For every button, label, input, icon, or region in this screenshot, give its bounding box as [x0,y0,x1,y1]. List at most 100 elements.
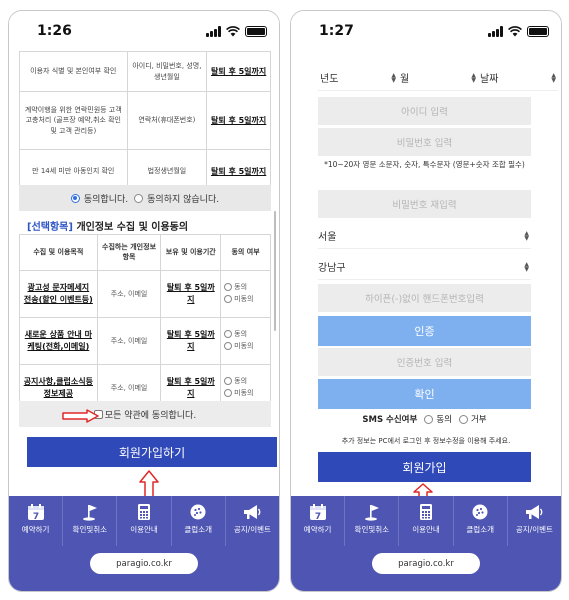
items-cell: 연락처(휴대폰번호) [126,91,208,150]
disagree-radio[interactable] [134,193,144,203]
day-label: 날짜 [480,74,499,85]
svg-text:7: 7 [32,512,38,521]
city-value: 서울 [318,232,337,243]
agree-radio[interactable] [70,193,80,203]
code-input[interactable]: 인증번호 입력 [318,348,531,376]
password-rule-note: *10~20자 영문 소문자, 숫자, 특수문자 (영문+숫자 조합 필수) [324,160,525,169]
nav-label: 예약하기 [21,525,50,534]
items-cell: 주소, 이메일 [96,270,162,318]
password-confirm-input[interactable]: 비밀번호 재입력 [318,190,531,218]
nav-label: 공지/이벤트 [515,525,553,534]
period-link[interactable]: 탈퇴 후 5일까지 [167,283,215,304]
nav-item-notice[interactable]: 공지/이벤트 [226,496,279,546]
nav-item-reservation[interactable]: 7 예약하기 [9,496,64,546]
city-select[interactable]: 서울 ▲ ▼ [318,223,531,249]
day-select[interactable]: 날짜 ▲ ▼ [478,65,558,91]
nav-item-notice[interactable]: 공지/이벤트 [508,496,561,546]
agree-radio[interactable] [224,377,233,386]
agree-label: 동의합니다. [83,194,129,205]
status-time: 1:26 [37,23,72,39]
nav-item-club[interactable]: 클럽소개 [454,496,508,546]
year-select[interactable]: 년도 ▲ ▼ [318,65,398,91]
updown-icon: ▲ ▼ [471,71,476,84]
battery-icon [527,26,549,37]
column-header: 보유 및 이용기간 [160,234,222,271]
disagree-radio[interactable] [224,389,233,397]
status-bar: 1:27 [291,11,561,51]
signal-icon [488,26,503,37]
agree-label: 동의 [234,330,248,339]
megaphone-icon [244,505,261,519]
column-header: 동의 여부 [220,234,271,271]
bottom-nav: 7 예약하기 확인및취소 이용안내 클럽소개 공지/이벤트 paragio.co… [9,496,279,591]
red-arrow-right-icon [62,409,99,423]
golf-flag-icon [82,505,97,521]
calculator-icon [138,504,150,520]
column-header: 수집 및 이용목적 [19,234,98,271]
nav-label: 이용안내 [130,525,158,534]
confirm-button[interactable]: 확인 [318,379,531,409]
month-select[interactable]: 월 ▲ ▼ [398,65,478,91]
updown-icon: ▲ ▼ [551,71,556,84]
sms-agree-radio[interactable] [424,414,434,424]
disagree-label: 동의하지 않습니다. [147,194,220,205]
calendar-icon: 7 [27,504,44,521]
district-select[interactable]: 강남구 ▲ ▼ [318,254,531,280]
extra-info-note: 추가 정보는 PC에서 로그인 후 정보수정을 이용해 주세요. [341,437,511,445]
megaphone-icon [526,505,543,519]
birth-date-row: 년도 ▲ ▼ 월 ▲ ▼ 날짜 ▲ ▼ [318,65,558,91]
nav-item-club[interactable]: 클럽소개 [172,496,226,546]
period-link[interactable]: 탈퇴 후 5일까지 [167,377,215,398]
sms-reject-label: 거부 [470,415,487,425]
signup-form: 년도 ▲ ▼ 월 ▲ ▼ 날짜 ▲ ▼ 아이디 입력 비밀번호 입력 *10~20자 영문 … [291,51,561,498]
url-bar[interactable]: paragio.co.kr [90,553,198,574]
purpose-link[interactable]: 새로운 상품 안내 마케팅(전화,이메일) [25,330,92,351]
disagree-label: 미동의 [234,389,254,397]
sms-reject-radio[interactable] [458,414,468,424]
nav-label: 예약하기 [303,525,332,534]
golf-ball-icon [472,504,488,520]
right-phone-screenshot: 1:27 년도 ▲ ▼ 월 ▲ ▼ 날짜 ▲ ▼ 아이디 입력 비밀번호 입력 *10~20… [290,10,562,592]
table-row: 광고성 문자메세지 전송(할인 이벤트등) 주소, 이메일 탈퇴 후 5일까지 … [19,270,271,318]
nav-item-guide[interactable]: 이용안내 [117,496,172,546]
svg-text:7: 7 [314,512,320,521]
purpose-link[interactable]: 공지사항,클럽소식등 정보제공 [24,377,93,398]
bottom-nav: 7 예약하기 확인및취소 이용안내 클럽소개 공지/이벤트 paragio.co… [291,496,561,591]
sms-agree-label: 동의 [436,415,452,425]
updown-icon: ▲ ▼ [524,229,529,242]
period-link[interactable]: 탈퇴 후 5일까지 [211,167,266,176]
phone-input[interactable]: 하이픈(-)없이 핸드폰번호입력 [318,284,531,312]
left-phone-screenshot: 1:26 이용자 식별 및 본인여부 확인 아이디, 비밀번호, 성명, 생년월… [8,10,280,592]
agree-radio[interactable] [224,330,233,339]
period-link[interactable]: 탈퇴 후 5일까지 [211,67,266,76]
url-bar[interactable]: paragio.co.kr [372,553,480,574]
nav-label: 클럽소개 [466,525,495,534]
nav-item-guide[interactable]: 이용안내 [399,496,454,546]
disagree-radio[interactable] [224,295,233,303]
table-row: 새로운 상품 안내 마케팅(전화,이메일) 주소, 이메일 탈퇴 후 5일까지 … [19,317,271,365]
purpose-cell: 계약이행을 위한 연락민원등 고객 고충처리 (골프장 예약,취소 확인 및 고… [19,91,128,150]
year-label: 년도 [320,74,339,85]
period-link[interactable]: 탈퇴 후 5일까지 [211,116,266,125]
disagree-radio[interactable] [224,342,233,350]
period-link[interactable]: 탈퇴 후 5일까지 [167,330,215,351]
terms-content: 이용자 식별 및 본인여부 확인 아이디, 비밀번호, 성명, 생년월일 탈퇴 … [17,51,279,506]
optional-terms-table: 수집 및 이용목적 수집하는 개인정보 항목 보유 및 이용기간 동의 여부 광… [19,234,271,412]
agree-label: 동의 [234,377,248,386]
nav-item-reservation[interactable]: 7 예약하기 [291,496,346,546]
status-icons [488,25,549,37]
purpose-link[interactable]: 광고성 문자메세지 전송(할인 이벤트등) [24,283,93,304]
verify-button[interactable]: 인증 [318,316,531,346]
password-input[interactable]: 비밀번호 입력 [318,128,531,156]
nav-item-check-cancel[interactable]: 확인및취소 [345,496,400,546]
agree-label: 동의 [234,283,248,292]
agree-radio[interactable] [224,283,233,292]
scrollbar[interactable] [274,211,276,331]
battery-icon [245,26,267,37]
column-header: 수집하는 개인정보 항목 [96,234,162,271]
join-button[interactable]: 회원가입 [318,452,531,482]
disagree-label: 미동의 [234,342,254,350]
join-button[interactable]: 회원가입하기 [27,437,277,467]
nav-item-check-cancel[interactable]: 확인및취소 [63,496,118,546]
id-input[interactable]: 아이디 입력 [318,97,531,125]
